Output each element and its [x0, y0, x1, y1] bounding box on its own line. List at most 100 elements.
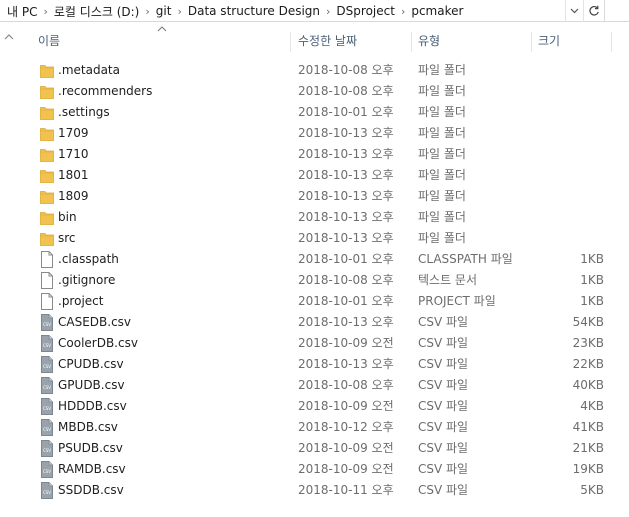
file-row[interactable]: bin 2018-10-13 오후 파일 폴더: [0, 207, 629, 228]
file-row[interactable]: CSV GPUDB.csv 2018-10-08 오후 CSV 파일 40KB: [0, 375, 629, 396]
file-row[interactable]: .classpath 2018-10-01 오후 CLASSPATH 파일 1KB: [0, 249, 629, 270]
file-row[interactable]: src 2018-10-13 오후 파일 폴더: [0, 228, 629, 249]
column-divider[interactable]: [290, 32, 291, 52]
file-size: 1KB: [580, 294, 604, 308]
csv-file-icon: CSV: [40, 419, 54, 436]
file-name: HDDDB.csv: [58, 399, 127, 413]
file-size: 40KB: [572, 378, 604, 392]
breadcrumb-item-dsproject[interactable]: DSproject: [335, 4, 396, 18]
file-row[interactable]: 1801 2018-10-13 오후 파일 폴더: [0, 165, 629, 186]
file-modified: 2018-10-11 오후: [298, 483, 394, 497]
file-row[interactable]: .gitignore 2018-10-08 오후 텍스트 문서 1KB: [0, 270, 629, 291]
file-name: 1809: [58, 189, 89, 203]
file-icon: [40, 272, 54, 289]
breadcrumb-item-data-structure-design[interactable]: Data structure Design: [187, 4, 321, 18]
file-size: 1KB: [580, 252, 604, 266]
refresh-icon: [589, 5, 599, 16]
file-type: 파일 폴더: [418, 210, 466, 224]
file-type: 파일 폴더: [418, 231, 466, 245]
file-name: .metadata: [58, 63, 120, 77]
svg-text:CSV: CSV: [43, 343, 51, 348]
file-type: 파일 폴더: [418, 147, 466, 161]
file-size: 19KB: [572, 462, 604, 476]
file-row[interactable]: .metadata 2018-10-08 오후 파일 폴더: [0, 60, 629, 81]
file-type: 텍스트 문서: [418, 273, 478, 287]
file-size: 4KB: [580, 399, 604, 413]
breadcrumb-separator-icon[interactable]: ›: [177, 5, 181, 18]
folder-icon: [40, 188, 54, 205]
file-type: 파일 폴더: [418, 84, 466, 98]
file-row[interactable]: .recommenders 2018-10-08 오후 파일 폴더: [0, 81, 629, 102]
column-header: 이름 수정한 날짜 유형 크기: [0, 22, 629, 58]
column-divider[interactable]: [611, 32, 612, 52]
folder-icon: [40, 83, 54, 100]
file-row[interactable]: .settings 2018-10-01 오후 파일 폴더: [0, 102, 629, 123]
file-type: CLASSPATH 파일: [418, 252, 513, 266]
address-dropdown-button[interactable]: [565, 0, 583, 22]
file-row[interactable]: CSV MBDB.csv 2018-10-12 오후 CSV 파일 41KB: [0, 417, 629, 438]
file-modified: 2018-10-09 오전: [298, 462, 394, 476]
file-name: GPUDB.csv: [58, 378, 125, 392]
chevron-down-icon: [570, 8, 579, 14]
file-type: CSV 파일: [418, 399, 469, 413]
file-modified: 2018-10-08 오후: [298, 273, 394, 287]
file-modified: 2018-10-12 오후: [298, 420, 394, 434]
file-type: CSV 파일: [418, 441, 469, 455]
file-row[interactable]: CSV RAMDB.csv 2018-10-09 오전 CSV 파일 19KB: [0, 459, 629, 480]
folder-icon: [40, 125, 54, 142]
breadcrumb-item-this-pc[interactable]: 내 PC: [6, 3, 38, 20]
address-bar[interactable]: 내 PC › 로컬 디스크 (D:) › git › Data structur…: [0, 0, 629, 22]
column-header-modified[interactable]: 수정한 날짜: [298, 22, 357, 58]
column-header-size[interactable]: 크기: [538, 22, 560, 58]
refresh-button[interactable]: [583, 0, 604, 22]
folder-icon: [40, 209, 54, 226]
file-list: .metadata 2018-10-08 오후 파일 폴더 .recommenders…: [0, 60, 629, 501]
svg-text:CSV: CSV: [43, 490, 51, 495]
breadcrumb-item-local-disk[interactable]: 로컬 디스크 (D:): [53, 3, 140, 20]
breadcrumb: 내 PC › 로컬 디스크 (D:) › git › Data structur…: [6, 0, 464, 22]
column-divider[interactable]: [531, 32, 532, 52]
file-row[interactable]: CSV HDDDB.csv 2018-10-09 오전 CSV 파일 4KB: [0, 396, 629, 417]
column-header-name[interactable]: 이름: [38, 22, 60, 58]
svg-text:CSV: CSV: [43, 385, 51, 390]
file-type: CSV 파일: [418, 462, 469, 476]
file-modified: 2018-10-13 오후: [298, 126, 394, 140]
file-size: 5KB: [580, 483, 604, 497]
breadcrumb-separator-icon[interactable]: ›: [43, 5, 47, 18]
file-size: [530, 60, 604, 81]
file-name: bin: [58, 210, 77, 224]
file-modified: 2018-10-09 오전: [298, 399, 394, 413]
file-row[interactable]: 1809 2018-10-13 오후 파일 폴더: [0, 186, 629, 207]
breadcrumb-item-pcmaker[interactable]: pcmaker: [410, 4, 464, 18]
scroll-up-icon[interactable]: [4, 33, 14, 41]
file-size: [530, 165, 604, 186]
file-row[interactable]: .project 2018-10-01 오후 PROJECT 파일 1KB: [0, 291, 629, 312]
file-row[interactable]: 1710 2018-10-13 오후 파일 폴더: [0, 144, 629, 165]
csv-file-icon: CSV: [40, 377, 54, 394]
column-header-type[interactable]: 유형: [418, 22, 440, 58]
file-modified: 2018-10-13 오후: [298, 168, 394, 182]
column-divider[interactable]: [411, 32, 412, 52]
file-modified: 2018-10-01 오후: [298, 105, 394, 119]
breadcrumb-separator-icon[interactable]: ›: [326, 5, 330, 18]
file-modified: 2018-10-13 오후: [298, 231, 394, 245]
breadcrumb-separator-icon[interactable]: ›: [401, 5, 405, 18]
file-type: 파일 폴더: [418, 105, 466, 119]
file-type: CSV 파일: [418, 315, 469, 329]
csv-file-icon: CSV: [40, 335, 54, 352]
csv-file-icon: CSV: [40, 440, 54, 457]
file-modified: 2018-10-08 오후: [298, 84, 394, 98]
file-row[interactable]: 1709 2018-10-13 오후 파일 폴더: [0, 123, 629, 144]
file-row[interactable]: CSV CASEDB.csv 2018-10-13 오후 CSV 파일 54KB: [0, 312, 629, 333]
file-row[interactable]: CSV CoolerDB.csv 2018-10-09 오전 CSV 파일 23KB: [0, 333, 629, 354]
search-box[interactable]: [604, 0, 629, 22]
file-row[interactable]: CSV SSDDB.csv 2018-10-11 오후 CSV 파일 5KB: [0, 480, 629, 501]
svg-text:CSV: CSV: [43, 448, 51, 453]
breadcrumb-separator-icon[interactable]: ›: [145, 5, 149, 18]
breadcrumb-item-git[interactable]: git: [155, 4, 173, 18]
file-type: 파일 폴더: [418, 189, 466, 203]
file-row[interactable]: CSV CPUDB.csv 2018-10-13 오후 CSV 파일 22KB: [0, 354, 629, 375]
file-modified: 2018-10-13 오후: [298, 357, 394, 371]
file-row[interactable]: CSV PSUDB.csv 2018-10-09 오전 CSV 파일 21KB: [0, 438, 629, 459]
file-size: 41KB: [572, 420, 604, 434]
